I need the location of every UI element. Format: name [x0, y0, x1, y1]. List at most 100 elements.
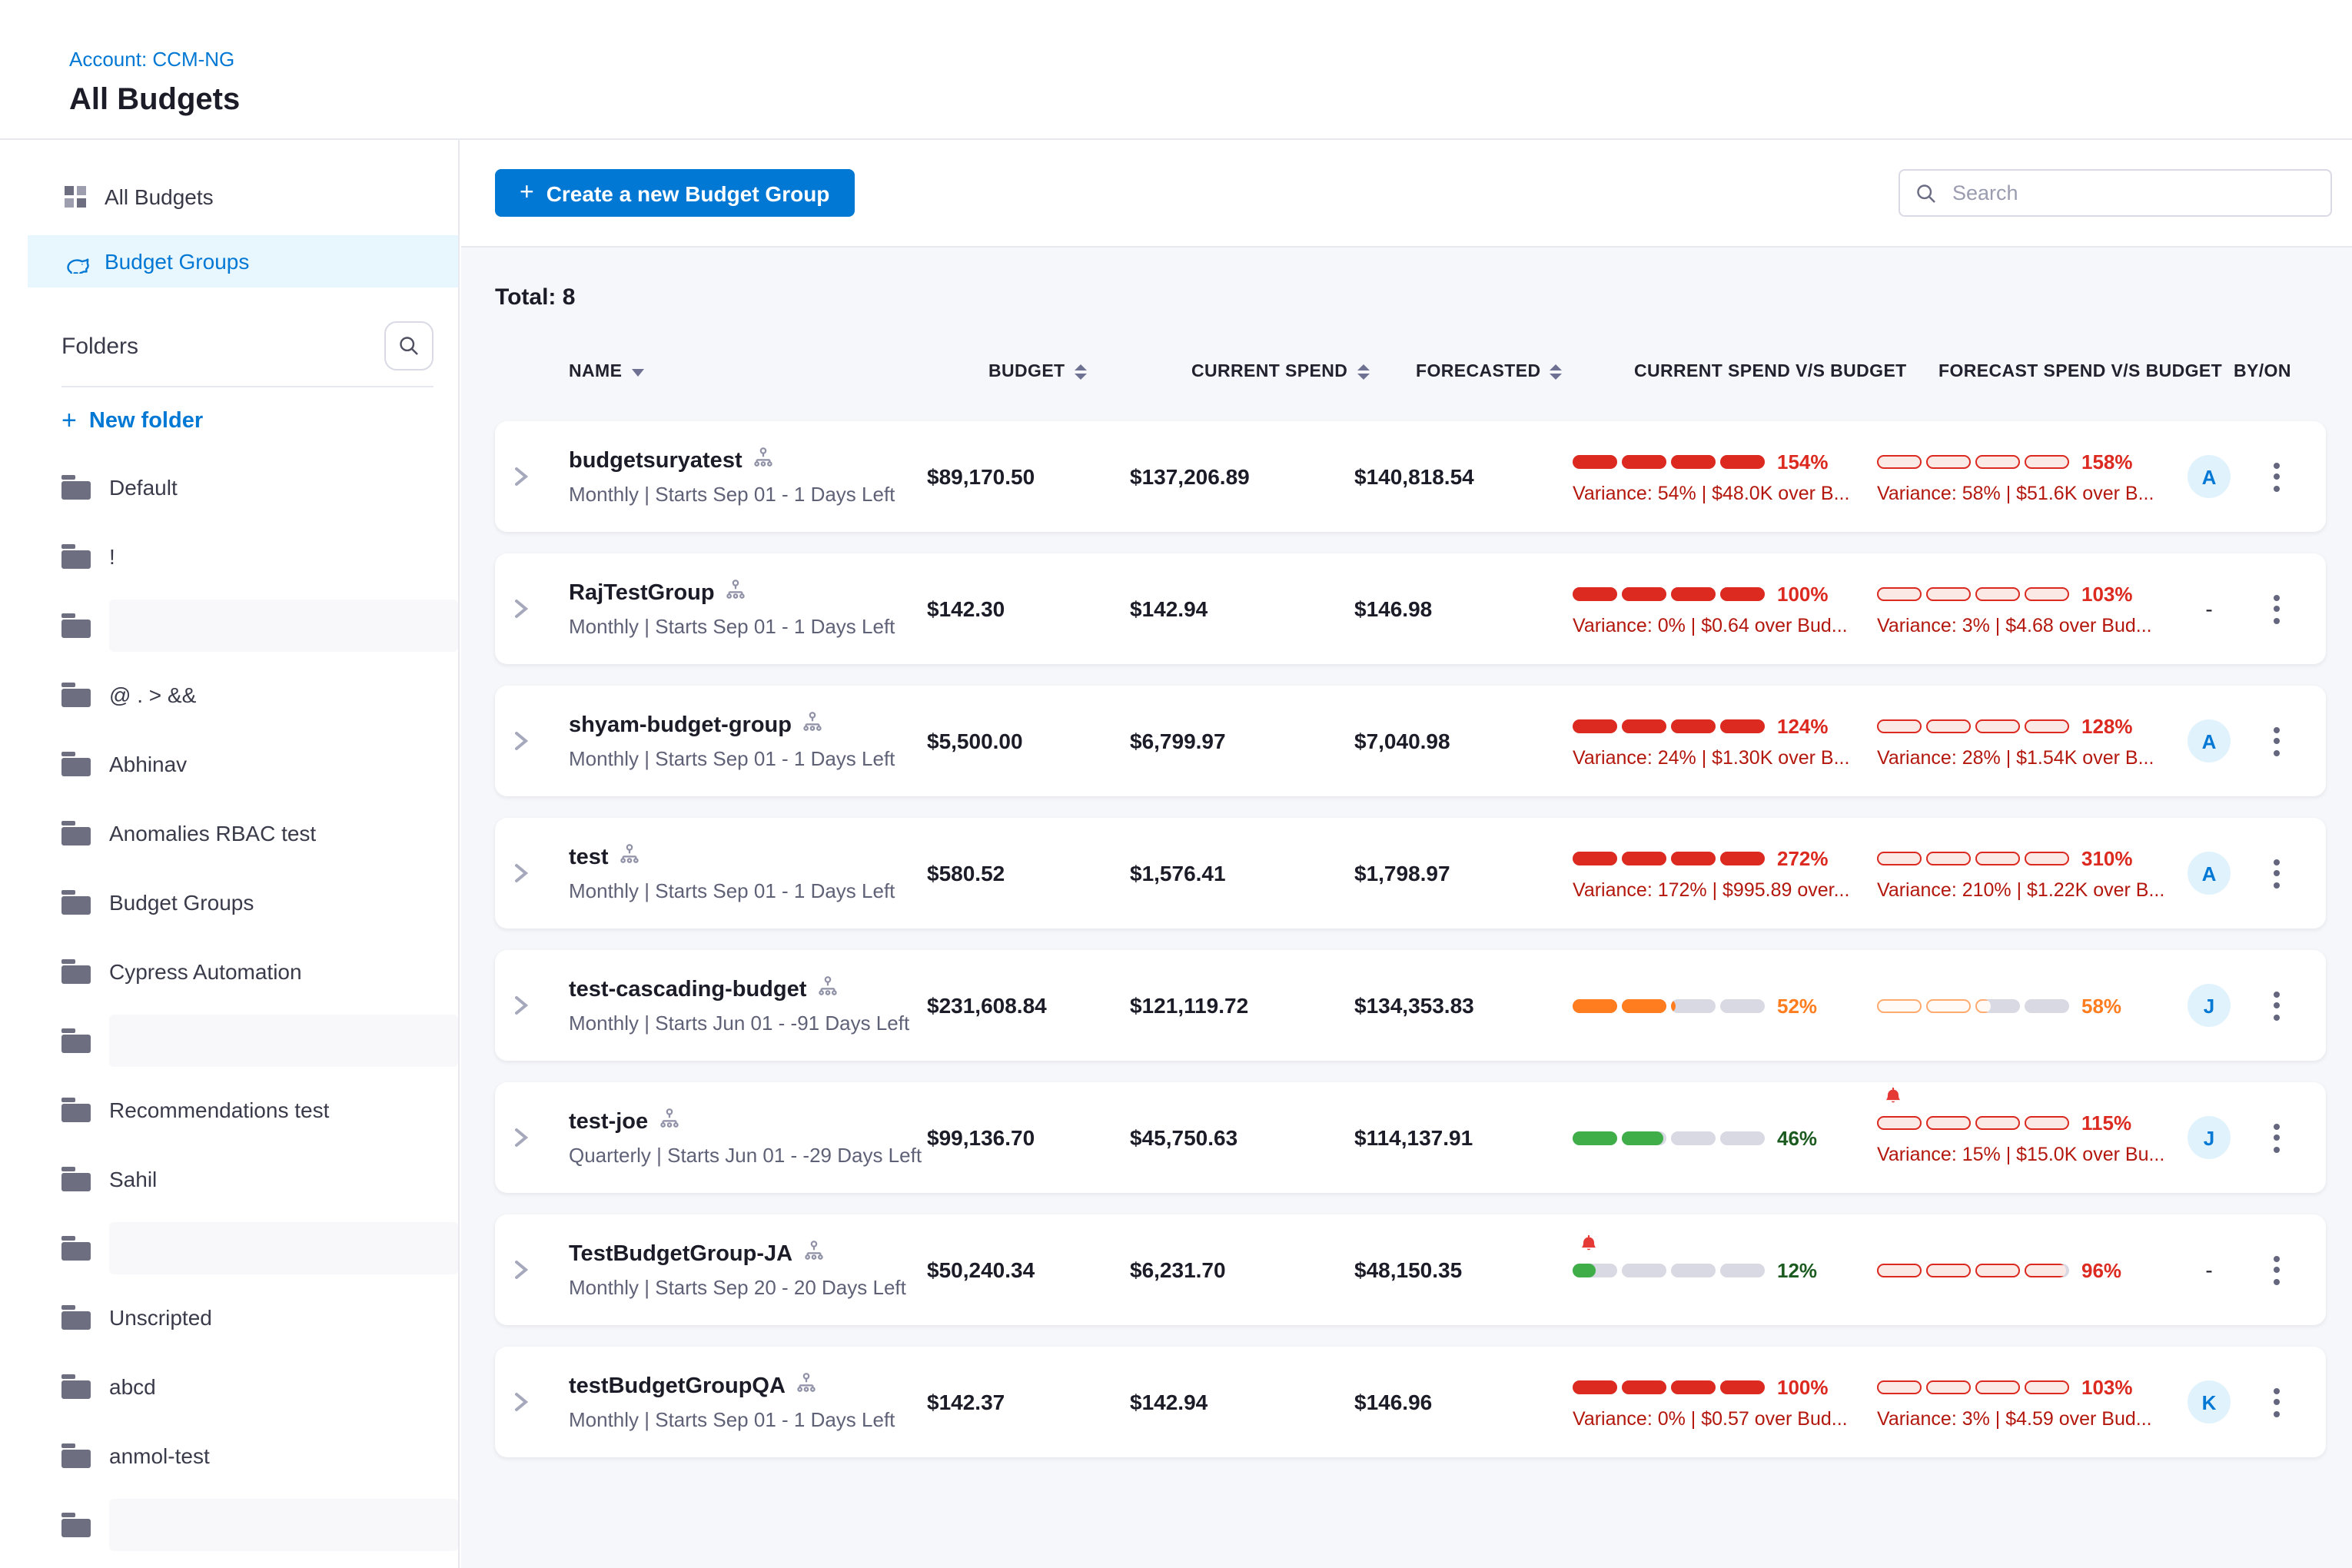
- current-spend-amount: $137,206.89: [1130, 464, 1354, 489]
- budget-group-row[interactable]: test-cascading-budget Monthly | Starts J…: [495, 950, 2326, 1061]
- folder-item-redacted[interactable]: [61, 1018, 458, 1064]
- redacted-folder-name: [109, 1499, 458, 1551]
- percentage-label: 103%: [2081, 582, 2133, 605]
- current-vs-budget-cell: 46%: [1573, 1126, 1877, 1149]
- folder-item[interactable]: Budget Groups: [61, 879, 458, 925]
- folder-item[interactable]: Abhinav: [61, 741, 458, 787]
- owner-cell: K: [2172, 1380, 2246, 1423]
- budget-group-row[interactable]: TestBudgetGroup-JA Monthly | Starts Sep …: [495, 1214, 2326, 1325]
- owner-avatar: A: [2188, 455, 2231, 498]
- owner-avatar: A: [2188, 719, 2231, 762]
- percentage-label: 154%: [1777, 450, 1829, 473]
- variance-text: Variance: 210% | $1.22K over B...: [1877, 879, 2172, 900]
- piggy-bank-icon: [61, 247, 89, 275]
- budget-group-name: test-cascading-budget: [569, 978, 806, 1002]
- column-header-current-vs-budget: CURRENT SPEND V/S BUDGET: [1634, 363, 1938, 381]
- sort-icon: [1357, 364, 1369, 380]
- folder-item[interactable]: Anomalies RBAC test: [61, 810, 458, 856]
- column-header-budget[interactable]: BUDGET: [988, 363, 1191, 381]
- account-breadcrumb-link[interactable]: Account: CCM-NG: [69, 48, 234, 71]
- plus-icon: +: [61, 406, 77, 437]
- expand-chevron-icon[interactable]: [513, 1127, 569, 1148]
- sidebar-item-budget-groups[interactable]: Budget Groups: [28, 235, 458, 287]
- owner-cell: J: [2172, 984, 2246, 1027]
- folder-item[interactable]: !: [61, 533, 458, 580]
- variance-text: Variance: 0% | $0.57 over Bud...: [1573, 1407, 1877, 1429]
- plus-icon: +: [520, 179, 534, 207]
- folder-item-redacted[interactable]: [61, 1225, 458, 1271]
- expand-chevron-icon[interactable]: [513, 1391, 569, 1413]
- column-header-current-spend[interactable]: CURRENT SPEND: [1191, 363, 1416, 381]
- expand-chevron-icon[interactable]: [513, 466, 569, 487]
- row-menu-button[interactable]: [2246, 1123, 2307, 1152]
- column-header-by-on: BY/ON: [2234, 363, 2307, 381]
- progress-bar: [1573, 454, 1769, 468]
- forecasted-amount: $1,798.97: [1354, 861, 1573, 885]
- forecasted-amount: $146.98: [1354, 596, 1573, 621]
- current-spend-amount: $1,576.41: [1130, 861, 1354, 885]
- folder-item[interactable]: Sahil: [61, 1156, 458, 1202]
- folder-search-button[interactable]: [384, 321, 434, 370]
- expand-chevron-icon[interactable]: [513, 730, 569, 752]
- row-menu-button[interactable]: [2246, 991, 2307, 1020]
- current-spend-amount: $142.94: [1130, 1390, 1354, 1414]
- row-menu-button[interactable]: [2246, 726, 2307, 756]
- budget-group-row[interactable]: shyam-budget-group Monthly | Starts Sep …: [495, 686, 2326, 796]
- budget-group-name: testBudgetGroupQA: [569, 1374, 786, 1399]
- folder-item[interactable]: Recommendations test: [61, 1087, 458, 1133]
- budget-group-row[interactable]: test Monthly | Starts Sep 01 - 1 Days Le…: [495, 818, 2326, 929]
- forecast-vs-budget-cell: 158%Variance: 58% | $51.6K over B...: [1877, 450, 2172, 503]
- percentage-label: 100%: [1777, 582, 1829, 605]
- expand-chevron-icon[interactable]: [513, 1259, 569, 1281]
- total-count: Total: 8: [495, 284, 2326, 311]
- column-header-name[interactable]: NAME: [569, 363, 988, 381]
- progress-bar: [1877, 851, 2074, 865]
- column-header-forecasted[interactable]: FORECASTED: [1416, 363, 1634, 381]
- budget-group-row[interactable]: budgetsuryatest Monthly | Starts Sep 01 …: [495, 421, 2326, 532]
- budget-group-row[interactable]: RajTestGroup Monthly | Starts Sep 01 - 1…: [495, 553, 2326, 664]
- folder-item[interactable]: @ . > &&: [61, 672, 458, 718]
- new-folder-button[interactable]: + New folder: [61, 406, 458, 437]
- folder-item-redacted[interactable]: [61, 1502, 458, 1548]
- folder-item[interactable]: anmol-test: [61, 1433, 458, 1479]
- row-menu-button[interactable]: [2246, 1387, 2307, 1417]
- forecasted-amount: $134,353.83: [1354, 993, 1573, 1018]
- folder-icon: [61, 1236, 91, 1261]
- budget-amount: $5,500.00: [927, 729, 1130, 753]
- forecast-vs-budget-cell: 115%Variance: 15% | $15.0K over Bu...: [1877, 1111, 2172, 1164]
- expand-chevron-icon[interactable]: [513, 598, 569, 620]
- folder-item[interactable]: Cypress Automation: [61, 948, 458, 995]
- folder-item[interactable]: Unscripted: [61, 1294, 458, 1340]
- folder-item-redacted[interactable]: [61, 603, 458, 649]
- hierarchy-icon: [796, 1373, 816, 1400]
- forecasted-amount: $146.96: [1354, 1390, 1573, 1414]
- redacted-folder-name: [109, 1015, 458, 1067]
- budget-group-row[interactable]: test-joe Quarterly | Starts Jun 01 - -29…: [495, 1082, 2326, 1193]
- folder-name: Recommendations test: [109, 1098, 329, 1122]
- budget-group-row[interactable]: testBudgetGroupQA Monthly | Starts Sep 0…: [495, 1347, 2326, 1457]
- progress-bar: [1573, 851, 1769, 865]
- row-menu-button[interactable]: [2246, 462, 2307, 491]
- budget-period: Monthly | Starts Sep 01 - 1 Days Left: [569, 615, 927, 638]
- sidebar-item-all-budgets[interactable]: All Budgets: [28, 171, 458, 223]
- search-input[interactable]: [1949, 180, 2315, 206]
- row-menu-button[interactable]: [2246, 594, 2307, 623]
- budget-amount: $142.30: [927, 596, 1130, 621]
- hierarchy-icon: [802, 712, 822, 739]
- folder-item[interactable]: abcd: [61, 1364, 458, 1410]
- progress-bar: [1573, 998, 1769, 1012]
- folder-item[interactable]: Default: [61, 464, 458, 510]
- search-icon: [1915, 182, 1937, 204]
- row-menu-button[interactable]: [2246, 859, 2307, 888]
- forecasted-amount: $114,137.91: [1354, 1125, 1573, 1150]
- create-budget-group-button[interactable]: + Create a new Budget Group: [495, 169, 854, 217]
- expand-chevron-icon[interactable]: [513, 862, 569, 884]
- name-cell: test Monthly | Starts Sep 01 - 1 Days Le…: [569, 844, 927, 902]
- folder-icon: [61, 1028, 91, 1053]
- expand-chevron-icon[interactable]: [513, 995, 569, 1016]
- budget-group-name: RajTestGroup: [569, 581, 715, 606]
- forecasted-amount: $48,150.35: [1354, 1257, 1573, 1282]
- progress-bar: [1877, 998, 2074, 1012]
- folders-header: Folders: [61, 321, 458, 370]
- row-menu-button[interactable]: [2246, 1255, 2307, 1284]
